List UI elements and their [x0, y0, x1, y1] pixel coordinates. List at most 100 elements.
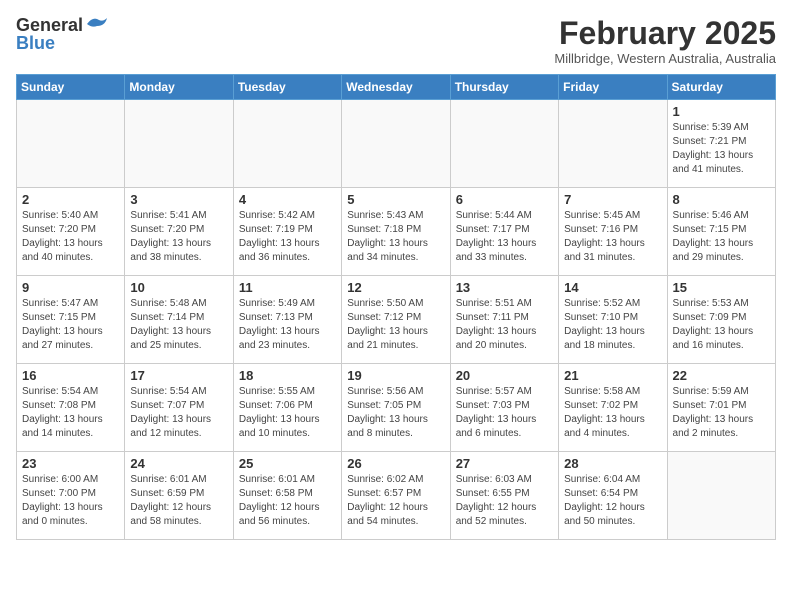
calendar-cell [125, 100, 233, 188]
logo-bird-icon [85, 16, 107, 32]
day-number: 19 [347, 368, 444, 383]
calendar-cell: 21 Sunrise: 5:58 AM Sunset: 7:02 PM Dayli… [559, 364, 667, 452]
day-info: Sunrise: 6:03 AM Sunset: 6:55 PM Dayligh… [456, 473, 553, 529]
week-row-5: 23 Sunrise: 6:00 AM Sunset: 7:00 PM Dayli… [17, 452, 776, 540]
calendar-cell: 8 Sunrise: 5:46 AM Sunset: 7:15 PM Daylig… [667, 188, 775, 276]
calendar-cell: 27 Sunrise: 6:03 AM Sunset: 6:55 PM Dayli… [450, 452, 558, 540]
calendar-cell: 17Sunrise: 5:54 AM Sunset: 7:07 PM Dayli… [125, 364, 233, 452]
day-info: Sunrise: 5:39 AM Sunset: 7:21 PM Dayligh… [673, 121, 770, 177]
day-number: 24 [130, 456, 227, 471]
weekday-header-friday: Friday [559, 75, 667, 100]
calendar-cell [559, 100, 667, 188]
weekday-header-sunday: Sunday [17, 75, 125, 100]
day-number: 14 [564, 280, 661, 295]
day-info: Sunrise: 5:43 AM Sunset: 7:18 PM Dayligh… [347, 209, 444, 265]
day-number: 16 [22, 368, 119, 383]
day-info: Sunrise: 5:51 AM Sunset: 7:11 PM Dayligh… [456, 297, 553, 353]
day-info: Sunrise: 6:02 AM Sunset: 6:57 PM Dayligh… [347, 473, 444, 529]
day-number: 1 [673, 104, 770, 119]
calendar-cell: 11 Sunrise: 5:49 AM Sunset: 7:13 PM Dayli… [233, 276, 341, 364]
calendar-cell: 19Sunrise: 5:56 AM Sunset: 7:05 PM Dayli… [342, 364, 450, 452]
calendar-cell: 15 Sunrise: 5:53 AM Sunset: 7:09 PM Dayli… [667, 276, 775, 364]
calendar-cell: 18Sunrise: 5:55 AM Sunset: 7:06 PM Dayli… [233, 364, 341, 452]
calendar-cell [233, 100, 341, 188]
day-info: Sunrise: 5:42 AM Sunset: 7:19 PM Dayligh… [239, 209, 336, 265]
calendar-cell: 9 Sunrise: 5:47 AM Sunset: 7:15 PM Daylig… [17, 276, 125, 364]
day-info: Sunrise: 5:59 AM Sunset: 7:01 PM Dayligh… [673, 385, 770, 441]
day-number: 15 [673, 280, 770, 295]
page-header: General Blue February 2025 Millbridge, W… [16, 16, 776, 66]
day-info: Sunrise: 5:45 AM Sunset: 7:16 PM Dayligh… [564, 209, 661, 265]
calendar-table: SundayMondayTuesdayWednesdayThursdayFrid… [16, 74, 776, 540]
weekday-header-monday: Monday [125, 75, 233, 100]
day-info: Sunrise: 5:55 AM Sunset: 7:06 PM Dayligh… [239, 385, 336, 441]
month-year-title: February 2025 [554, 16, 776, 51]
day-number: 28 [564, 456, 661, 471]
day-info: Sunrise: 5:54 AM Sunset: 7:08 PM Dayligh… [22, 385, 119, 441]
calendar-cell: 22 Sunrise: 5:59 AM Sunset: 7:01 PM Dayli… [667, 364, 775, 452]
calendar-cell: 23 Sunrise: 6:00 AM Sunset: 7:00 PM Dayli… [17, 452, 125, 540]
calendar-cell: 26Sunrise: 6:02 AM Sunset: 6:57 PM Dayli… [342, 452, 450, 540]
day-number: 27 [456, 456, 553, 471]
calendar-cell [342, 100, 450, 188]
day-number: 23 [22, 456, 119, 471]
weekday-header-thursday: Thursday [450, 75, 558, 100]
day-number: 20 [456, 368, 553, 383]
day-number: 3 [130, 192, 227, 207]
day-number: 7 [564, 192, 661, 207]
calendar-cell: 12 Sunrise: 5:50 AM Sunset: 7:12 PM Dayli… [342, 276, 450, 364]
day-info: Sunrise: 5:53 AM Sunset: 7:09 PM Dayligh… [673, 297, 770, 353]
day-number: 17 [130, 368, 227, 383]
calendar-cell: 2 Sunrise: 5:40 AM Sunset: 7:20 PM Daylig… [17, 188, 125, 276]
day-number: 25 [239, 456, 336, 471]
day-number: 4 [239, 192, 336, 207]
day-number: 6 [456, 192, 553, 207]
day-number: 8 [673, 192, 770, 207]
calendar-cell: 13 Sunrise: 5:51 AM Sunset: 7:11 PM Dayli… [450, 276, 558, 364]
calendar-cell [17, 100, 125, 188]
calendar-cell: 7 Sunrise: 5:45 AM Sunset: 7:16 PM Daylig… [559, 188, 667, 276]
day-number: 9 [22, 280, 119, 295]
calendar-cell: 25 Sunrise: 6:01 AM Sunset: 6:58 PM Dayli… [233, 452, 341, 540]
day-number: 13 [456, 280, 553, 295]
day-number: 2 [22, 192, 119, 207]
week-row-2: 2 Sunrise: 5:40 AM Sunset: 7:20 PM Daylig… [17, 188, 776, 276]
day-info: Sunrise: 5:40 AM Sunset: 7:20 PM Dayligh… [22, 209, 119, 265]
title-block: February 2025 Millbridge, Western Austra… [554, 16, 776, 66]
day-number: 5 [347, 192, 444, 207]
day-info: Sunrise: 5:47 AM Sunset: 7:15 PM Dayligh… [22, 297, 119, 353]
calendar-cell: 1 Sunrise: 5:39 AM Sunset: 7:21 PM Daylig… [667, 100, 775, 188]
day-info: Sunrise: 5:58 AM Sunset: 7:02 PM Dayligh… [564, 385, 661, 441]
calendar-cell: 4 Sunrise: 5:42 AM Sunset: 7:19 PM Daylig… [233, 188, 341, 276]
day-info: Sunrise: 5:46 AM Sunset: 7:15 PM Dayligh… [673, 209, 770, 265]
day-info: Sunrise: 5:52 AM Sunset: 7:10 PM Dayligh… [564, 297, 661, 353]
day-info: Sunrise: 5:41 AM Sunset: 7:20 PM Dayligh… [130, 209, 227, 265]
calendar-cell [450, 100, 558, 188]
day-number: 12 [347, 280, 444, 295]
weekday-header-tuesday: Tuesday [233, 75, 341, 100]
calendar-cell: 28Sunrise: 6:04 AM Sunset: 6:54 PM Dayli… [559, 452, 667, 540]
weekday-header-saturday: Saturday [667, 75, 775, 100]
day-number: 11 [239, 280, 336, 295]
location-subtitle: Millbridge, Western Australia, Australia [554, 51, 776, 66]
week-row-3: 9 Sunrise: 5:47 AM Sunset: 7:15 PM Daylig… [17, 276, 776, 364]
calendar-cell [667, 452, 775, 540]
calendar-cell: 20 Sunrise: 5:57 AM Sunset: 7:03 PM Dayli… [450, 364, 558, 452]
calendar-cell: 3 Sunrise: 5:41 AM Sunset: 7:20 PM Daylig… [125, 188, 233, 276]
calendar-cell: 24Sunrise: 6:01 AM Sunset: 6:59 PM Dayli… [125, 452, 233, 540]
day-info: Sunrise: 5:57 AM Sunset: 7:03 PM Dayligh… [456, 385, 553, 441]
day-number: 22 [673, 368, 770, 383]
logo-general-text: General [16, 16, 83, 34]
calendar-cell: 5 Sunrise: 5:43 AM Sunset: 7:18 PM Daylig… [342, 188, 450, 276]
logo-blue-text: Blue [16, 34, 55, 52]
day-info: Sunrise: 5:44 AM Sunset: 7:17 PM Dayligh… [456, 209, 553, 265]
calendar-cell: 16 Sunrise: 5:54 AM Sunset: 7:08 PM Dayli… [17, 364, 125, 452]
day-info: Sunrise: 5:50 AM Sunset: 7:12 PM Dayligh… [347, 297, 444, 353]
calendar-cell: 14 Sunrise: 5:52 AM Sunset: 7:10 PM Dayli… [559, 276, 667, 364]
day-info: Sunrise: 6:00 AM Sunset: 7:00 PM Dayligh… [22, 473, 119, 529]
day-number: 21 [564, 368, 661, 383]
day-info: Sunrise: 5:48 AM Sunset: 7:14 PM Dayligh… [130, 297, 227, 353]
day-info: Sunrise: 5:49 AM Sunset: 7:13 PM Dayligh… [239, 297, 336, 353]
day-info: Sunrise: 6:01 AM Sunset: 6:58 PM Dayligh… [239, 473, 336, 529]
logo: General Blue [16, 16, 107, 52]
